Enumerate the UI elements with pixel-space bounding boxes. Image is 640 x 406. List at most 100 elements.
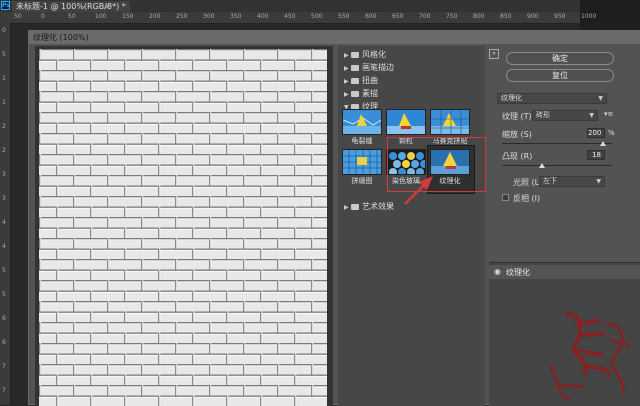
photoshop-logo-icon: Ps (1, 1, 10, 10)
filter-category-tree: ▶风格化 ▶画笔描边 ▶扭曲 ▶素描 ▼纹理 龟裂缝 颗粒 马赛克拼贴 拼缀图 … (338, 46, 485, 406)
chevron-down-icon: ▼ (589, 111, 594, 120)
effect-layer-row[interactable]: ◉ 纹理化 (489, 265, 640, 279)
folder-distort[interactable]: ▶ 扭曲 (344, 75, 378, 87)
filter-settings-panel: « 确定 复位 纹理化▼ 纹理 (T): 砖形▼ ▾≡ 缩放 (S) 200 %… (489, 45, 640, 253)
expand-arrow-icon: ▶ (344, 76, 351, 88)
invert-checkbox[interactable] (502, 194, 509, 201)
texture-select[interactable]: 砖形 ▼ (532, 110, 598, 121)
ruler-tick-label: 750 (446, 13, 457, 20)
scaling-unit: % (608, 129, 615, 137)
thumb-patchwork[interactable] (342, 149, 382, 175)
ruler-tick-label: 5 (2, 267, 6, 274)
mosaic-tiles-thumbnail (431, 110, 470, 135)
folder-icon (351, 65, 359, 71)
ruler-tick-label: 850 (500, 13, 511, 20)
filter-select-value: 纹理化 (501, 94, 522, 102)
seal-watermark-icon (545, 305, 640, 405)
ruler-tick-label: 1 (2, 99, 6, 106)
folder-sketch[interactable]: ▶ 素描 (344, 88, 378, 100)
folder-label: 画笔描边 (362, 63, 394, 72)
folder-artistic[interactable]: ▶艺术效果 (344, 201, 394, 213)
texture-menu-icon[interactable]: ▾≡ (604, 110, 613, 118)
folder-label: 扭曲 (362, 76, 378, 85)
ruler-tick-label: 4 (2, 243, 6, 250)
dialog-title-bar[interactable]: 纹理化 (100%) (29, 31, 640, 44)
folder-icon (351, 52, 359, 58)
ruler-tick-label: 7 (2, 387, 6, 394)
ruler-tick-label: 3 (2, 195, 6, 202)
folder-icon (351, 91, 359, 97)
folder-brush-strokes[interactable]: ▶ 画笔描边 (344, 62, 394, 74)
ruler-tick-label: 300 (203, 13, 214, 20)
thumb-label: 拼缀图 (337, 176, 387, 186)
ruler-tick-label: 50 (68, 13, 76, 20)
thumb-craquelure[interactable] (342, 109, 382, 135)
ruler-tick-label: 2 (2, 123, 6, 130)
invert-label: 反相 (I) (513, 193, 540, 204)
folder-label: 风格化 (362, 50, 386, 59)
ruler-tick-label: 0 (2, 27, 6, 34)
folder-icon (351, 78, 359, 84)
thumb-mosaic-tiles[interactable] (430, 109, 470, 135)
ruler-tick-label: 900 (527, 13, 538, 20)
ruler-tick-label: 2 (2, 147, 6, 154)
ruler-tick-label: 0 (41, 13, 45, 20)
ruler-tick-label: 7 (2, 363, 6, 370)
horizontal-ruler: 5005010015020025030035040045050055060065… (0, 12, 580, 24)
ruler-tick-label: 800 (473, 13, 484, 20)
scaling-slider-track[interactable] (502, 143, 612, 144)
ruler-tick-label: 600 (365, 13, 376, 20)
expand-arrow-icon: ▶ (344, 63, 351, 75)
folder-label: 素描 (362, 89, 378, 98)
ruler-tick-label: 100 (95, 13, 106, 20)
ruler-tick-label: 450 (284, 13, 295, 20)
craquelure-thumbnail (343, 110, 382, 135)
ruler-tick-label: 1000 (581, 13, 596, 20)
relief-slider-knob[interactable] (539, 163, 545, 168)
reset-button[interactable]: 复位 (506, 69, 614, 82)
ruler-tick-label: 200 (149, 13, 160, 20)
folder-icon (351, 204, 359, 210)
folder-stylize[interactable]: ▶风格化 (344, 49, 386, 61)
texture-label: 纹理 (T): (502, 111, 534, 122)
texture-select-value: 砖形 (536, 111, 550, 119)
folder-label: 艺术效果 (362, 202, 394, 211)
thumb-label: 龟裂缝 (337, 136, 387, 146)
document-tab[interactable]: 未标题-1 @ 100%(RGB/8*) * (12, 1, 130, 12)
annotation-arrow-icon (399, 174, 439, 214)
vertical-ruler: 0511223344556677 (0, 23, 11, 405)
ruler-tick-label: 5 (2, 51, 6, 58)
light-select-value: 左下 (543, 177, 557, 185)
close-tab-icon[interactable]: × (104, 1, 111, 12)
ruler-tick-label: 650 (392, 13, 403, 20)
preview-canvas[interactable] (39, 49, 327, 406)
ruler-tick-label: 250 (176, 13, 187, 20)
scaling-input[interactable]: 200 (587, 128, 605, 138)
scaling-slider-knob[interactable] (600, 141, 606, 146)
brick-texture-preview (39, 49, 327, 406)
grain-thumbnail (387, 110, 426, 135)
relief-slider-track[interactable] (502, 165, 612, 166)
effect-layer-label: 纹理化 (506, 267, 530, 278)
ruler-tick-label: 50 (14, 13, 22, 20)
dialog-title: 纹理化 (100%) (33, 32, 89, 43)
expand-arrow-icon: ▶ (344, 89, 351, 101)
ruler-tick-label: 950 (554, 13, 565, 20)
ruler-tick-label: 3 (2, 171, 6, 178)
document-tab-bar: Ps 未标题-1 @ 100%(RGB/8*) * × (0, 0, 580, 12)
eye-visibility-icon[interactable]: ◉ (494, 267, 501, 276)
collapse-icon[interactable]: « (489, 49, 499, 59)
ruler-tick-label: 700 (419, 13, 430, 20)
filter-select[interactable]: 纹理化▼ (497, 93, 607, 104)
relief-input[interactable]: 18 (587, 150, 605, 160)
scaling-label: 缩放 (S) (502, 129, 532, 140)
ruler-tick-label: 6 (2, 339, 6, 346)
thumb-grain[interactable] (386, 109, 426, 135)
ruler-tick-label: 6 (2, 315, 6, 322)
ok-button[interactable]: 确定 (506, 52, 614, 65)
relief-label: 凸现 (R) (502, 151, 532, 162)
ruler-tick-label: 350 (230, 13, 241, 20)
ruler-tick-label: 150 (122, 13, 133, 20)
light-select[interactable]: 左下 ▼ (539, 176, 605, 187)
chevron-down-icon: ▼ (596, 177, 601, 186)
